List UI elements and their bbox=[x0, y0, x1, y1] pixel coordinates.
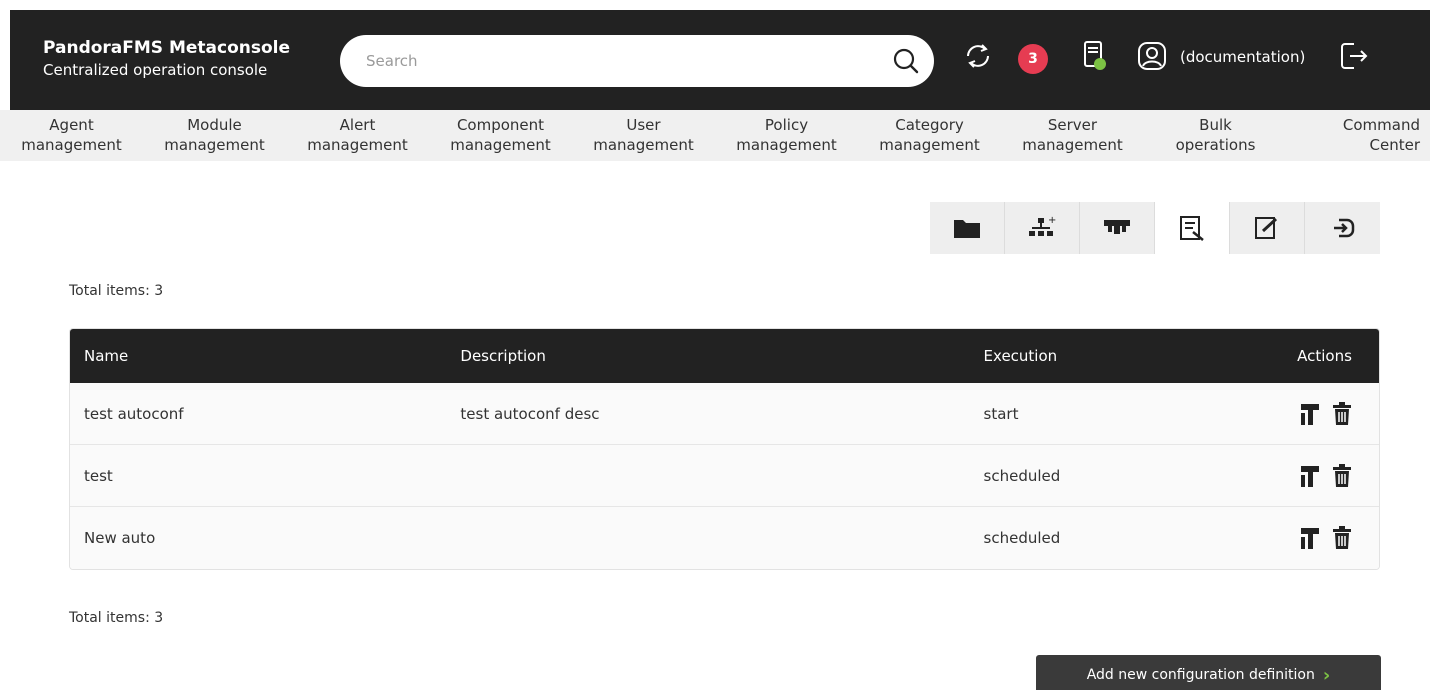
refresh-icon[interactable] bbox=[960, 38, 996, 74]
add-configuration-label: Add new configuration definition bbox=[1086, 667, 1315, 683]
nav-command-center[interactable]: Command Center bbox=[1287, 110, 1430, 161]
trash-icon[interactable] bbox=[1331, 463, 1353, 489]
nav-label: management bbox=[307, 136, 408, 154]
column-actions: Actions bbox=[1297, 347, 1352, 365]
search-box bbox=[340, 35, 934, 87]
nav-label: Server bbox=[1047, 116, 1098, 134]
cell-name[interactable]: test autoconf bbox=[70, 405, 460, 423]
nav-category-management[interactable]: Category management bbox=[858, 110, 1001, 161]
nav-agent-management[interactable]: Agent management bbox=[0, 110, 143, 161]
hammer-icon[interactable] bbox=[1299, 401, 1321, 427]
column-description[interactable]: Description bbox=[460, 347, 983, 365]
nav-component-management[interactable]: Component management bbox=[429, 110, 572, 161]
nav-policy-management[interactable]: Policy management bbox=[715, 110, 858, 161]
logout-box-icon[interactable] bbox=[1305, 202, 1380, 254]
search-icon[interactable] bbox=[892, 47, 920, 75]
nav-label: management bbox=[736, 136, 837, 154]
cell-execution: scheduled bbox=[983, 466, 1061, 485]
chevron-right-icon: › bbox=[1322, 664, 1331, 686]
logout-icon[interactable] bbox=[1336, 38, 1372, 74]
cell-actions bbox=[1243, 463, 1379, 489]
server-status-icon[interactable] bbox=[1076, 38, 1112, 74]
nav-label: management bbox=[164, 136, 265, 154]
main-nav: Agent management Module management Alert ma… bbox=[0, 110, 1430, 161]
nav-label: management bbox=[879, 136, 980, 154]
username[interactable]: (documentation) bbox=[1180, 48, 1305, 66]
table-row: test scheduled bbox=[70, 445, 1379, 507]
brand[interactable]: PandoraFMS Metaconsole Centralized opera… bbox=[43, 37, 290, 81]
nav-label: management bbox=[21, 136, 122, 154]
total-items-top: Total items: 3 bbox=[69, 283, 164, 299]
trash-icon[interactable] bbox=[1331, 401, 1353, 427]
hammer-icon[interactable] bbox=[1299, 463, 1321, 489]
edit-icon[interactable] bbox=[1230, 202, 1305, 254]
column-name[interactable]: Name bbox=[70, 347, 460, 365]
table-header: Name Description Execution Actions bbox=[70, 329, 1379, 383]
nav-label: Policy bbox=[764, 116, 809, 134]
cell-name[interactable]: New auto bbox=[70, 529, 460, 547]
nav-label: Alert bbox=[339, 116, 376, 134]
nav-label: Component bbox=[456, 116, 545, 134]
config-list-icon[interactable] bbox=[1155, 202, 1230, 254]
nav-label: Module bbox=[187, 116, 242, 134]
nav-server-management[interactable]: Server management bbox=[1001, 110, 1144, 161]
top-header: PandoraFMS Metaconsole Centralized opera… bbox=[10, 10, 1430, 110]
hierarchy-add-icon[interactable]: + bbox=[1005, 202, 1080, 254]
network-icon[interactable] bbox=[1080, 202, 1155, 254]
nav-label: management bbox=[450, 136, 551, 154]
trash-icon[interactable] bbox=[1331, 525, 1353, 551]
hammer-icon[interactable] bbox=[1299, 525, 1321, 551]
nav-label: Bulk bbox=[1199, 116, 1232, 134]
search-input[interactable] bbox=[366, 52, 846, 70]
brand-title: PandoraFMS Metaconsole bbox=[43, 38, 291, 58]
nav-label: Agent bbox=[49, 116, 94, 134]
cell-description: test autoconf desc bbox=[460, 404, 600, 423]
table-row: New auto scheduled bbox=[70, 507, 1379, 569]
cell-actions bbox=[1243, 401, 1379, 427]
section-toolbar: + bbox=[930, 202, 1380, 254]
brand-subtitle: Centralized operation console bbox=[43, 61, 268, 79]
total-items-bottom: Total items: 3 bbox=[69, 610, 164, 626]
svg-text:+: + bbox=[1048, 215, 1056, 226]
nav-user-management[interactable]: User management bbox=[572, 110, 715, 161]
nav-label: User bbox=[626, 116, 661, 134]
folder-icon[interactable] bbox=[930, 202, 1005, 254]
nav-label: operations bbox=[1175, 136, 1256, 154]
nav-label: Command bbox=[1342, 116, 1420, 134]
notification-badge[interactable]: 3 bbox=[1018, 44, 1048, 74]
nav-label: Category bbox=[895, 116, 964, 134]
nav-bulk-operations[interactable]: Bulk operations bbox=[1144, 110, 1287, 161]
add-configuration-button[interactable]: Add new configuration definition › bbox=[1036, 655, 1381, 690]
cell-execution: start bbox=[983, 404, 1019, 423]
nav-alert-management[interactable]: Alert management bbox=[286, 110, 429, 161]
nav-label: management bbox=[1022, 136, 1123, 154]
cell-name[interactable]: test bbox=[70, 467, 460, 485]
autoconfiguration-table: Name Description Execution Actions test … bbox=[69, 328, 1380, 570]
nav-module-management[interactable]: Module management bbox=[143, 110, 286, 161]
user-avatar-icon[interactable] bbox=[1134, 38, 1170, 74]
table-row: test autoconf test autoconf desc start bbox=[70, 383, 1379, 445]
nav-label: management bbox=[593, 136, 694, 154]
nav-label: Center bbox=[1369, 136, 1421, 154]
cell-actions bbox=[1243, 525, 1379, 551]
cell-execution: scheduled bbox=[983, 529, 1061, 547]
column-execution[interactable]: Execution bbox=[984, 347, 1244, 365]
